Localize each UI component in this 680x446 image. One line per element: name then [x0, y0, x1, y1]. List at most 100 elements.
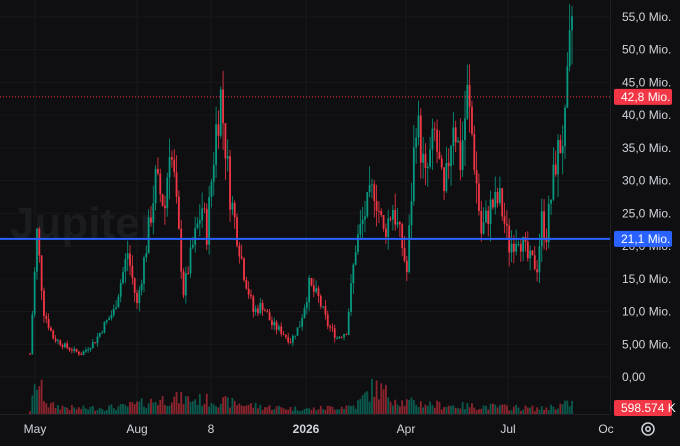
volume-bar: [473, 407, 476, 414]
time-axis-label: 8: [208, 422, 215, 436]
volume-bar: [454, 407, 457, 414]
volume-bar: [482, 405, 485, 414]
volume-bar: [336, 409, 338, 414]
candle-body: [433, 128, 436, 130]
volume-bar: [301, 410, 304, 414]
candle-body: [326, 314, 329, 327]
candle-body: [450, 145, 452, 167]
candle-body: [133, 278, 136, 293]
candle-body: [173, 159, 176, 173]
candle-body: [371, 184, 373, 186]
volume-bar: [140, 398, 143, 414]
candle-body: [347, 311, 350, 335]
candle-body: [336, 337, 338, 339]
candle-body: [471, 106, 473, 134]
candle-body: [177, 196, 180, 229]
volume-bar: [291, 410, 294, 414]
volume-bar: [212, 404, 215, 414]
volume-bar: [52, 402, 55, 414]
candle-body: [492, 199, 494, 208]
volume-bar: [238, 403, 241, 414]
level-line-tag-label: 21,1 Mio.: [621, 232, 670, 246]
volume-bar: [373, 396, 376, 414]
price-axis-label: 5,00 Mio.: [622, 337, 671, 351]
volume-bar: [284, 409, 287, 414]
volume-bar: [80, 409, 83, 414]
candle-body: [154, 168, 157, 204]
candle-body: [212, 164, 215, 182]
candle-body: [208, 197, 211, 245]
candle-body: [250, 294, 252, 297]
level-line-tag: 21,1 Mio.: [614, 230, 672, 247]
candle-body: [259, 303, 262, 314]
candle-body: [415, 137, 418, 148]
volume-bar: [154, 402, 157, 414]
volume-bar: [115, 410, 117, 414]
volume-bar: [345, 405, 348, 414]
volume-bar: [33, 384, 36, 414]
candle-body: [519, 244, 522, 252]
volume-bar: [287, 409, 290, 414]
candle-body: [89, 348, 92, 350]
volume-bar: [315, 410, 318, 414]
candle-body: [396, 222, 399, 225]
volume-bar: [57, 405, 59, 414]
volume-bar: [426, 406, 429, 414]
candle-body: [243, 258, 245, 281]
volume-bar: [124, 405, 127, 414]
volume-bar: [103, 410, 106, 414]
volume-bar: [187, 396, 190, 414]
volume-bar: [331, 406, 334, 414]
volume-bar: [517, 407, 520, 414]
candle-body: [501, 188, 504, 217]
candle-body: [364, 216, 366, 220]
candle-body: [189, 247, 192, 274]
candle-body: [245, 280, 248, 289]
volume-bar: [296, 410, 299, 414]
volume-bar: [152, 402, 155, 414]
candle-body: [557, 139, 559, 175]
volume-bar: [471, 403, 473, 414]
volume-bar: [433, 407, 436, 414]
volume-bar: [254, 402, 257, 414]
candle-body: [564, 107, 566, 147]
candle-body: [61, 344, 64, 347]
axis-separator: [610, 0, 611, 414]
candle-body: [536, 269, 539, 273]
candle-body: [36, 228, 38, 272]
volume-bar: [131, 402, 134, 414]
candle-body: [417, 115, 420, 138]
candle-body: [222, 89, 224, 124]
volume-bar: [545, 407, 548, 414]
candle-body: [466, 84, 469, 119]
volume-bar: [89, 406, 92, 414]
candle-body: [164, 205, 166, 209]
volume-bar: [450, 405, 452, 414]
candle-body: [236, 217, 238, 246]
candle-body: [77, 351, 80, 355]
volume-bar: [401, 400, 404, 414]
candle-body: [338, 337, 341, 338]
candle-body: [305, 302, 308, 309]
volume-bar: [429, 401, 432, 414]
volume-bar: [529, 407, 532, 414]
volume-bar: [84, 408, 87, 414]
volume-bar: [105, 409, 108, 414]
candle-body: [345, 334, 348, 335]
candle-body: [187, 273, 190, 274]
volume-chart[interactable]: Jupiter 55,0 Mio. 50,0 Mio. 45,0 Mio. 40,0 …: [0, 0, 680, 446]
volume-bar: [396, 404, 399, 414]
time-axis-label: May: [24, 422, 47, 436]
candle-body: [229, 156, 231, 210]
candle-body: [419, 115, 422, 163]
volume-bar: [191, 401, 194, 414]
candle-body: [91, 342, 94, 349]
candle-body: [475, 170, 478, 184]
candle-body: [389, 218, 392, 220]
volume-bar: [229, 407, 231, 414]
candle-body: [315, 288, 318, 292]
volume-bar: [403, 405, 406, 414]
volume-bar: [210, 403, 213, 414]
volume-bar: [108, 405, 110, 414]
candle-body: [231, 202, 234, 210]
